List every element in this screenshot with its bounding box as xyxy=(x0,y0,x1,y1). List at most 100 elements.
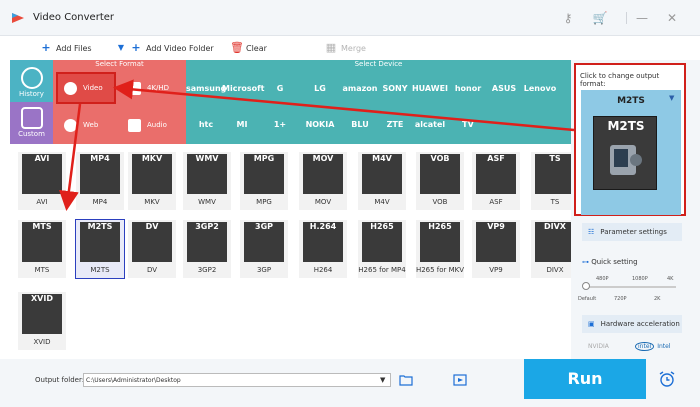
toolbar: + Add Files ▼ + Add Video Folder 🗑 Clear… xyxy=(0,36,700,60)
history-button[interactable]: History xyxy=(10,62,53,104)
video-folder-icon[interactable] xyxy=(453,373,467,387)
titlebar-divider xyxy=(626,12,627,24)
play-icon xyxy=(64,81,77,95)
format-label: H265 for MKV xyxy=(415,266,465,274)
device-logo[interactable]: 1+ xyxy=(260,120,300,129)
output-folder-label: Output folder: xyxy=(35,376,85,384)
format-tile[interactable]: VP9 VP9 xyxy=(472,220,520,278)
format-label: MP4 xyxy=(92,198,108,206)
plus-icon: + xyxy=(131,41,141,54)
clear-label: Clear xyxy=(246,43,267,53)
format-label: VOB xyxy=(432,198,448,206)
format-tile[interactable]: H.264 H264 xyxy=(299,220,347,278)
device-logo[interactable]: Microsoft xyxy=(222,84,264,93)
format-tile[interactable]: AVI AVI xyxy=(18,152,66,210)
add-video-folder-button[interactable]: + Add Video Folder xyxy=(130,40,213,56)
merge-button[interactable]: ▦ Merge xyxy=(325,40,366,56)
alarm-clock-icon[interactable] xyxy=(658,370,676,388)
tick-2k: 2K xyxy=(654,296,661,302)
run-button[interactable]: Run xyxy=(524,359,646,399)
minimize-icon[interactable]: — xyxy=(634,10,650,26)
format-tile[interactable]: XVID XVID xyxy=(18,292,66,350)
format-tile[interactable]: MOV MOV xyxy=(299,152,347,210)
format-tile[interactable]: VOB VOB xyxy=(416,152,464,210)
format-tile[interactable]: 3GP2 3GP2 xyxy=(183,220,231,278)
format-tag: H.264 xyxy=(309,222,337,231)
device-logo[interactable]: NOKIA xyxy=(300,120,340,129)
format-tile[interactable]: MPG MPG xyxy=(240,152,288,210)
device-panel xyxy=(186,60,571,144)
custom-button[interactable]: Custom xyxy=(10,102,53,144)
device-logo[interactable]: Lenovo xyxy=(520,84,560,93)
quality-slider-knob[interactable] xyxy=(582,282,590,290)
tick-4k: 4K xyxy=(667,276,674,282)
format-tile[interactable]: H265 H265 for MP4 xyxy=(358,220,406,278)
output-folder-input[interactable] xyxy=(83,373,391,387)
device-logo[interactable]: SONY xyxy=(375,84,415,93)
device-logo[interactable]: MI xyxy=(222,120,262,129)
nvidia-option[interactable]: NVIDIA xyxy=(588,340,609,352)
audio-label: Audio xyxy=(147,121,167,129)
format-tile[interactable]: MP4 MP4 xyxy=(76,152,124,210)
device-logo[interactable]: ASUS xyxy=(484,84,524,93)
device-logo[interactable]: honor xyxy=(448,84,488,93)
add-files-button[interactable]: + Add Files xyxy=(40,40,91,56)
hd-format-tab[interactable]: 4K/HD xyxy=(128,71,169,105)
device-logo[interactable]: alcatel xyxy=(410,120,450,129)
intel-logo-icon: intel xyxy=(635,341,655,351)
add-files-dropdown[interactable]: ▼ xyxy=(115,40,131,56)
folder-icon[interactable] xyxy=(399,374,413,386)
format-tag: H265 xyxy=(370,222,394,231)
parameter-settings-label: Parameter settings xyxy=(600,228,667,236)
format-tile[interactable]: MKV MKV xyxy=(128,152,176,210)
device-logo[interactable]: TV xyxy=(448,120,488,129)
format-tag: VP9 xyxy=(487,222,505,231)
format-tile[interactable]: M2TS M2TS xyxy=(75,219,125,279)
quality-slider-track[interactable] xyxy=(586,286,676,288)
hardware-acceleration-button[interactable]: ▣ Hardware acceleration xyxy=(582,315,682,333)
format-tile[interactable]: DV DV xyxy=(128,220,176,278)
device-logo[interactable]: BLU xyxy=(340,120,380,129)
chrome-icon xyxy=(64,118,77,132)
format-tile[interactable]: M4V M4V xyxy=(358,152,406,210)
output-format-dropdown-icon[interactable]: ▼ xyxy=(669,94,674,102)
device-logo[interactable]: LG xyxy=(300,84,340,93)
format-tile[interactable]: MTS MTS xyxy=(18,220,66,278)
category-column: History Custom xyxy=(10,60,53,144)
key-icon[interactable]: ⚷ xyxy=(560,10,576,26)
close-icon[interactable]: ✕ xyxy=(664,10,680,26)
output-format-thumbnail: M2TS xyxy=(593,116,657,190)
web-label: Web xyxy=(83,121,99,129)
device-logo[interactable]: htc xyxy=(186,120,226,129)
format-tile[interactable]: WMV WMV xyxy=(183,152,231,210)
format-tile[interactable]: ASF ASF xyxy=(472,152,520,210)
output-format-thumbnail-tag: M2TS xyxy=(607,119,645,133)
format-label: MKV xyxy=(144,198,160,206)
audio-format-tab[interactable]: Audio xyxy=(128,108,167,142)
device-logo[interactable]: amazon xyxy=(340,84,380,93)
video-format-tab-content[interactable]: Video xyxy=(64,71,103,105)
merge-label: Merge xyxy=(341,43,366,53)
hd-label: 4K/HD xyxy=(147,84,170,92)
output-format-card[interactable]: M2TS ▼ M2TS xyxy=(581,90,681,215)
format-tile[interactable]: H265 H265 for MKV xyxy=(416,220,464,278)
format-tag: MOV xyxy=(312,154,334,163)
cart-icon[interactable]: 🛒 xyxy=(592,10,608,26)
device-logo[interactable]: ZTE xyxy=(375,120,415,129)
device-logo[interactable]: G xyxy=(260,84,300,93)
parameter-settings-button[interactable]: ☷ Parameter settings xyxy=(582,223,682,241)
trash-icon: 🗑 xyxy=(230,41,244,54)
web-format-tab[interactable]: Web xyxy=(64,108,98,142)
merge-icon: ▦ xyxy=(325,41,337,54)
output-format-box[interactable]: Click to change output format: M2TS ▼ M2… xyxy=(574,63,686,216)
sliders-icon: ☷ xyxy=(588,228,595,236)
format-tag: DV xyxy=(145,222,159,231)
clear-button[interactable]: 🗑 Clear xyxy=(230,40,267,56)
output-folder-dropdown-icon[interactable]: ▼ xyxy=(380,376,385,384)
format-tag: H265 xyxy=(428,222,452,231)
format-tile[interactable]: 3GP 3GP xyxy=(240,220,288,278)
intel-option[interactable]: intel Intel xyxy=(635,340,670,352)
format-tag: MP4 xyxy=(90,154,110,163)
device-logo[interactable]: HUAWEI xyxy=(410,84,450,93)
device-logo[interactable]: samsung xyxy=(186,84,226,93)
